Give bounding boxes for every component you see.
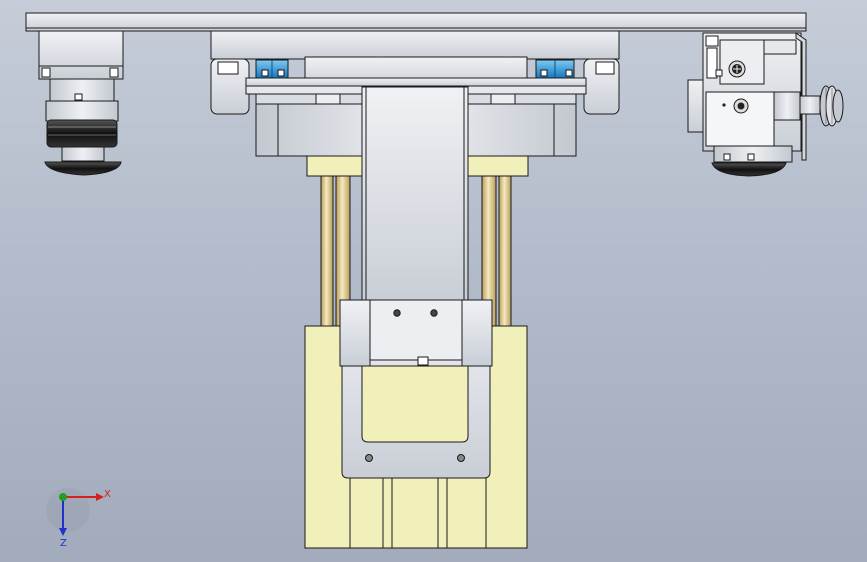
x-axis-label: X — [104, 489, 111, 500]
axis-triad: X Z — [46, 488, 111, 549]
adjuster-wheel — [819, 85, 844, 127]
right-module — [687, 32, 844, 177]
z-axis-label: Z — [60, 538, 67, 549]
left-module — [38, 30, 124, 176]
cad-viewport[interactable]: X Z — [0, 0, 867, 562]
y-axis-dot — [59, 493, 67, 501]
center-slide — [361, 86, 469, 302]
carriage — [339, 299, 493, 479]
top-plate — [25, 12, 807, 32]
cad-drawing: X Z — [25, 12, 844, 549]
